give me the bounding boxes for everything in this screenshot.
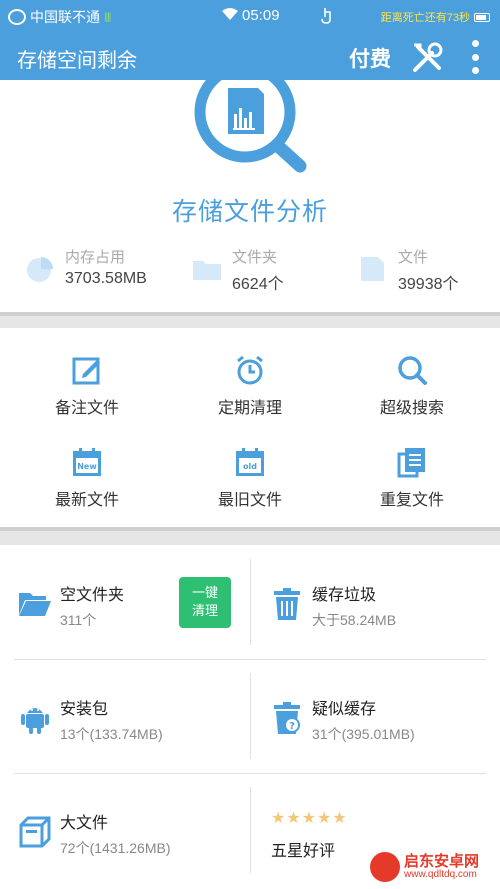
- column-divider: [250, 559, 251, 645]
- more-menu-icon[interactable]: [466, 40, 484, 74]
- app-bar: 存储空间剩余 付费: [0, 32, 500, 80]
- tool-title: 空文件夹: [60, 587, 125, 604]
- stat-label: 文件夹: [232, 249, 278, 266]
- stat-label: 内存占用: [65, 249, 126, 266]
- alarm-clock-icon: [234, 354, 266, 386]
- countdown-text: 距离死亡还有73秒: [380, 12, 470, 24]
- column-divider: [250, 673, 251, 759]
- watermark: 启东安卓网 www.qdltdq.com: [370, 852, 479, 882]
- tool-subtitle: 72个(1431.26MB): [60, 840, 171, 856]
- android-icon: [18, 701, 52, 735]
- tool-suspect-cache[interactable]: ? 疑似缓存 31个(395.01MB): [270, 695, 415, 744]
- signal-icon: ||||: [104, 11, 111, 23]
- pay-button[interactable]: 付费: [349, 43, 391, 73]
- section-divider: [0, 527, 500, 545]
- tool-apk-files[interactable]: 安装包 13个(133.74MB): [18, 695, 163, 744]
- action-label: 最旧文件: [217, 492, 282, 509]
- column-divider: [250, 787, 251, 873]
- file-icon: [358, 255, 388, 283]
- edit-note-icon: [71, 354, 103, 386]
- tools-icon[interactable]: [410, 41, 444, 75]
- row-divider: [14, 659, 486, 660]
- five-star-review-label[interactable]: 五星好评: [271, 837, 335, 861]
- row-divider: [14, 773, 486, 774]
- stat-memory: 内存占用 3703.58MB: [25, 246, 147, 288]
- battery-icon: [474, 12, 490, 22]
- watermark-url: www.qdltdq.com: [404, 869, 477, 880]
- action-label: 备注文件: [54, 400, 119, 417]
- folder-open-icon: [18, 587, 52, 621]
- stat-value: 39938个: [398, 276, 459, 293]
- tool-subtitle: 大于58.24MB: [312, 612, 397, 628]
- action-label: 重复文件: [379, 492, 444, 509]
- stat-value: 6624个: [232, 276, 284, 293]
- tool-empty-folders[interactable]: 空文件夹 311个: [18, 581, 124, 630]
- action-scheduled-clean[interactable]: 定期清理: [167, 354, 333, 418]
- svg-text:New: New: [77, 462, 97, 471]
- clean-button-label: 一键 清理: [191, 585, 218, 618]
- countdown-group: 距离死亡还有73秒: [381, 9, 490, 25]
- storage-search-icon: [190, 61, 315, 174]
- carrier-name: 中国联不通: [30, 9, 100, 25]
- action-super-search[interactable]: 超级搜索: [329, 354, 495, 418]
- time-group: 05:09: [222, 7, 280, 24]
- quick-actions-grid: 备注文件 定期清理 超级搜索 New 最新文件 old 最旧文件 重复文件: [0, 328, 500, 527]
- tool-title: 安装包: [60, 701, 109, 718]
- stat-folders: 文件夹 6624个: [192, 246, 284, 294]
- status-bar: 中国联不通 |||| 05:09 距离死亡还有73秒: [0, 0, 500, 32]
- tool-title: 缓存垃圾: [312, 587, 377, 604]
- stat-label: 文件: [398, 249, 429, 266]
- search-icon: [396, 354, 428, 386]
- analysis-heading: 存储文件分析: [171, 198, 328, 226]
- tool-cache-junk[interactable]: 缓存垃圾 大于58.24MB: [270, 581, 396, 630]
- tool-subtitle: 31个(395.01MB): [312, 726, 415, 742]
- wifi-icon: [222, 7, 238, 24]
- action-oldest-files[interactable]: old 最旧文件: [167, 446, 333, 510]
- cleanup-tools-list: 空文件夹 311个 一键 清理 缓存垃圾 大于58.24MB 安装包 13个(1…: [0, 545, 500, 889]
- carrier-icon: [8, 9, 26, 25]
- svg-text:old: old: [243, 462, 257, 471]
- calendar-new-icon: New: [71, 446, 103, 478]
- tool-title: 大文件: [60, 815, 109, 832]
- action-newest-files[interactable]: New 最新文件: [4, 446, 170, 510]
- five-star-rating-icon[interactable]: ★★★★★: [271, 808, 348, 828]
- action-label: 定期清理: [217, 400, 282, 417]
- tool-subtitle: 13个(133.74MB): [60, 726, 163, 742]
- action-note-files[interactable]: 备注文件: [4, 354, 170, 418]
- section-divider: [0, 312, 500, 328]
- watermark-brand: 启东安卓网: [404, 853, 480, 870]
- action-label: 最新文件: [54, 492, 119, 509]
- duplicate-files-icon: [396, 446, 428, 478]
- tool-big-files[interactable]: 大文件 72个(1431.26MB): [18, 809, 171, 858]
- watermark-logo: [370, 852, 400, 882]
- page-title: 存储空间剩余: [17, 50, 137, 72]
- carrier-group: 中国联不通 ||||: [8, 7, 111, 27]
- stat-files: 文件 39938个: [358, 246, 459, 294]
- stat-value: 3703.58MB: [65, 270, 147, 287]
- action-label: 超级搜索: [379, 400, 444, 417]
- clock-time: 05:09: [242, 7, 280, 24]
- pie-chart-icon: [25, 255, 55, 283]
- svg-text:?: ?: [289, 721, 295, 732]
- tool-subtitle: 311个: [60, 612, 97, 628]
- trash-question-icon: ?: [270, 701, 304, 735]
- box-icon: [18, 815, 52, 849]
- action-duplicate-files[interactable]: 重复文件: [329, 446, 495, 510]
- tool-title: 疑似缓存: [312, 701, 377, 718]
- folder-icon: [192, 255, 222, 283]
- calendar-old-icon: old: [234, 446, 266, 478]
- one-click-clean-button[interactable]: 一键 清理: [179, 577, 231, 628]
- trash-icon: [270, 587, 304, 621]
- touch-gesture-icon: [320, 6, 334, 27]
- storage-analysis-card[interactable]: 存储文件分析 内存占用 3703.58MB 文件夹 6624个 文件 39938…: [0, 61, 500, 312]
